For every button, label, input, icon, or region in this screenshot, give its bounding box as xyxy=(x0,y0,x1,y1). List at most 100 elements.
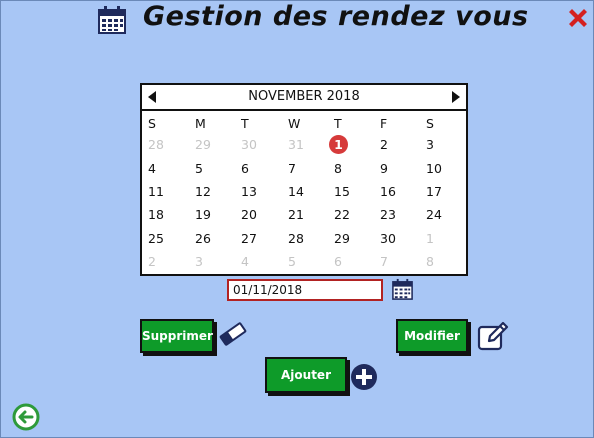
calendar-day[interactable]: 8 xyxy=(426,254,472,269)
calendar-day-number: 6 xyxy=(334,254,342,269)
calendar-day[interactable]: 3 xyxy=(426,137,472,152)
calendar-day-number: 26 xyxy=(195,231,211,246)
calendar-day-number: 3 xyxy=(195,254,203,269)
calendar-icon xyxy=(98,6,126,34)
close-icon[interactable] xyxy=(566,6,590,30)
calendar-day-number: 28 xyxy=(288,231,304,246)
previous-month-icon[interactable] xyxy=(146,90,158,104)
calendar-day-number: 25 xyxy=(148,231,164,246)
calendar-month-label: NOVEMBER 2018 xyxy=(248,89,360,104)
weekday-label: F xyxy=(380,116,388,131)
calendar-day[interactable]: 5 xyxy=(195,161,241,176)
calendar-day[interactable]: 3 xyxy=(195,254,241,269)
calendar-day-number: 3 xyxy=(426,137,434,152)
calendar-day-number: 21 xyxy=(288,207,304,222)
calendar-day[interactable]: 4 xyxy=(148,161,194,176)
calendar-day[interactable]: 23 xyxy=(380,207,426,222)
calendar-day[interactable]: 7 xyxy=(380,254,426,269)
calendar-day[interactable]: 15 xyxy=(334,184,380,199)
weekday-label: S xyxy=(148,116,156,131)
calendar-day-number: 28 xyxy=(148,137,164,152)
calendar-day-number: 4 xyxy=(148,161,156,176)
add-button[interactable]: Ajouter xyxy=(265,357,347,393)
calendar-day-selected[interactable]: 1 xyxy=(329,135,380,154)
calendar-day[interactable]: 1 xyxy=(426,231,472,246)
calendar-day[interactable]: 9 xyxy=(380,161,426,176)
page-title: Gestion des rendez vous xyxy=(143,1,529,32)
calendar-day[interactable]: 20 xyxy=(241,207,287,222)
calendar-day[interactable]: 29 xyxy=(195,137,241,152)
calendar-day[interactable]: 27 xyxy=(241,231,287,246)
calendar-day-number: 6 xyxy=(241,161,249,176)
calendar-day[interactable]: 4 xyxy=(241,254,287,269)
calendar-day[interactable]: 8 xyxy=(334,161,380,176)
calendar: NOVEMBER 2018 S M T W T F S 28 29 30 31 1 2 3 4 5 6 7 8 9 10… xyxy=(140,83,468,276)
calendar-day[interactable]: 10 xyxy=(426,161,472,176)
calendar-day-number: 7 xyxy=(288,161,296,176)
calendar-day-number: 2 xyxy=(380,137,388,152)
date-picker-icon[interactable] xyxy=(391,278,414,301)
calendar-day-number: 30 xyxy=(380,231,396,246)
calendar-header: NOVEMBER 2018 xyxy=(142,85,466,111)
calendar-day-number: 19 xyxy=(195,207,211,222)
calendar-day-number: 31 xyxy=(288,137,304,152)
app-window: Gestion des rendez vous NOVEMBER 2018 S M… xyxy=(0,0,594,438)
calendar-day-number: 8 xyxy=(334,161,342,176)
edit-button[interactable]: Modifier xyxy=(396,319,468,353)
calendar-day[interactable]: 18 xyxy=(148,207,194,222)
back-arrow-icon[interactable] xyxy=(12,403,40,431)
calendar-day-number: 22 xyxy=(334,207,350,222)
weekday-label: T xyxy=(334,116,342,131)
calendar-day[interactable]: 26 xyxy=(195,231,241,246)
calendar-day-number: 1 xyxy=(329,135,348,154)
calendar-day[interactable]: 29 xyxy=(334,231,380,246)
calendar-day[interactable]: 16 xyxy=(380,184,426,199)
calendar-day-number: 12 xyxy=(195,184,211,199)
calendar-day-number: 1 xyxy=(426,231,434,246)
calendar-day[interactable]: 14 xyxy=(288,184,334,199)
calendar-day[interactable]: 11 xyxy=(148,184,194,199)
calendar-day[interactable]: 12 xyxy=(195,184,241,199)
calendar-day[interactable]: 2 xyxy=(380,137,426,152)
calendar-day[interactable]: 30 xyxy=(380,231,426,246)
calendar-day-number: 9 xyxy=(380,161,388,176)
calendar-day[interactable]: 7 xyxy=(288,161,334,176)
calendar-day[interactable]: 2 xyxy=(148,254,194,269)
weekday-label: T xyxy=(241,116,249,131)
calendar-day-number: 4 xyxy=(241,254,249,269)
calendar-day-number: 17 xyxy=(426,184,442,199)
calendar-day[interactable]: 28 xyxy=(148,137,194,152)
next-month-icon[interactable] xyxy=(450,90,462,104)
calendar-day-number: 15 xyxy=(334,184,350,199)
calendar-day[interactable]: 31 xyxy=(288,137,334,152)
weekday-label: M xyxy=(195,116,206,131)
calendar-day[interactable]: 13 xyxy=(241,184,287,199)
calendar-day[interactable]: 25 xyxy=(148,231,194,246)
calendar-day-number: 14 xyxy=(288,184,304,199)
calendar-day-number: 10 xyxy=(426,161,442,176)
calendar-day[interactable]: 5 xyxy=(288,254,334,269)
calendar-day[interactable]: 24 xyxy=(426,207,472,222)
weekday-label: S xyxy=(426,116,434,131)
calendar-day-number: 24 xyxy=(426,207,442,222)
calendar-day-number: 23 xyxy=(380,207,396,222)
calendar-day[interactable]: 28 xyxy=(288,231,334,246)
date-field[interactable] xyxy=(227,279,383,301)
calendar-day-number: 2 xyxy=(148,254,156,269)
calendar-day[interactable]: 17 xyxy=(426,184,472,199)
calendar-day[interactable]: 19 xyxy=(195,207,241,222)
edit-icon[interactable] xyxy=(477,321,511,351)
calendar-day[interactable]: 6 xyxy=(241,161,287,176)
calendar-day[interactable]: 22 xyxy=(334,207,380,222)
calendar-day-number: 18 xyxy=(148,207,164,222)
calendar-day[interactable]: 6 xyxy=(334,254,380,269)
plus-icon[interactable] xyxy=(350,363,378,391)
calendar-grid: S M T W T F S 28 29 30 31 1 2 3 4 5 6 7 8 9 10 11 12 13 14 15 16 17… xyxy=(142,111,466,278)
delete-button[interactable]: Supprimer xyxy=(140,319,214,353)
calendar-day-number: 29 xyxy=(195,137,211,152)
calendar-day[interactable]: 30 xyxy=(241,137,287,152)
calendar-day-number: 5 xyxy=(195,161,203,176)
calendar-day[interactable]: 21 xyxy=(288,207,334,222)
eraser-icon[interactable] xyxy=(217,321,249,347)
calendar-day-number: 11 xyxy=(148,184,164,199)
